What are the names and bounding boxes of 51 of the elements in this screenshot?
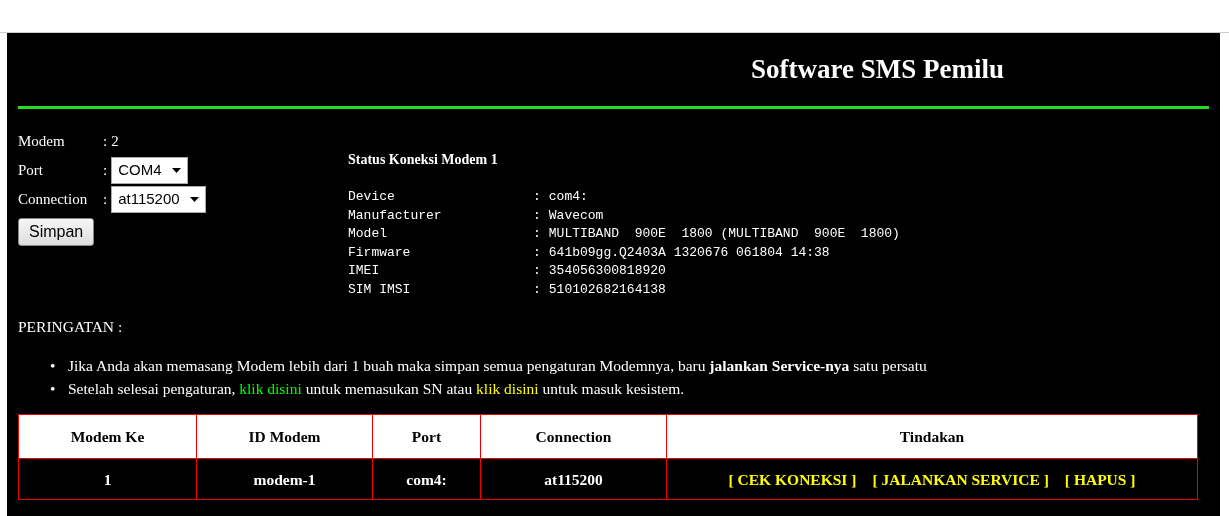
colon: : <box>533 225 541 243</box>
info-label: IMEI <box>348 262 381 280</box>
field-label: Connection <box>18 190 89 210</box>
bullet: • <box>50 356 57 377</box>
table-cell: at115200 <box>480 458 667 500</box>
status-title: Status Koneksi Modem 1 <box>348 151 499 169</box>
info-value: MULTIBAND 900E 1800 (MULTIBAND 900E 1800) <box>548 225 900 243</box>
action-link[interactable]: [ JALANKAN SERVICE ] <box>872 470 1049 488</box>
save-button[interactable]: Simpan <box>18 218 95 246</box>
warning-title: PERINGATAN : <box>18 317 124 337</box>
caret-icon <box>171 168 181 173</box>
table-cell: 1 <box>18 458 197 500</box>
table-cell: com4: <box>372 458 481 500</box>
colon: : <box>533 188 541 206</box>
colon: : <box>533 206 541 225</box>
warning-text: Jika Anda akan memasang Modem lebih dari 1 buah maka simpan semua pengaturan Modemnya, baru jalankan Service-nya satu persatu <box>68 356 927 377</box>
info-value: 510102682164138 <box>548 280 666 299</box>
colon: : <box>103 190 108 210</box>
colon: : <box>533 243 541 262</box>
action-link[interactable]: [ HAPUS ] <box>1064 470 1136 488</box>
column-header: Connection <box>480 414 667 459</box>
table-cell: modem-1 <box>196 458 373 500</box>
colon: : <box>103 161 108 181</box>
colon: : <box>533 280 541 299</box>
info-label: Device <box>348 188 396 206</box>
dropdown[interactable]: at115200 <box>111 186 206 213</box>
info-value: 354056300818920 <box>548 262 666 280</box>
colon: : <box>103 132 108 152</box>
page-title: Software SMS Pemilu <box>751 53 1004 86</box>
colon: : <box>533 262 541 280</box>
action-link[interactable]: [ CEK KONEKSI ] <box>728 470 857 488</box>
info-value: Wavecom <box>548 206 604 225</box>
column-header: Tindakan <box>666 414 1198 459</box>
info-label: Manufacturer <box>348 206 443 225</box>
info-label: SIM IMSI <box>348 280 412 299</box>
field-label: Modem <box>18 132 66 152</box>
field-label: Port <box>18 161 44 181</box>
caret-icon <box>189 197 199 202</box>
bullet: • <box>50 379 57 400</box>
dropdown[interactable]: COM4 <box>111 157 188 184</box>
column-header: Port <box>372 414 481 459</box>
column-header: ID Modem <box>196 414 373 459</box>
info-value: 641b09gg.Q2403A 1320676 061804 14:38 <box>548 243 830 262</box>
info-label: Model <box>348 225 388 243</box>
link[interactable]: klik disini <box>476 380 539 398</box>
warning-text: Setelah selesai pengaturan, klik disini untuk memasukan SN atau klik disini untuk masuk kesistem. <box>68 379 685 400</box>
info-value: com4: <box>548 188 588 206</box>
link[interactable]: klik disini <box>239 380 302 398</box>
column-header: Modem Ke <box>18 414 197 459</box>
info-label: Firmware <box>348 243 412 262</box>
field-value: 2 <box>111 132 119 152</box>
